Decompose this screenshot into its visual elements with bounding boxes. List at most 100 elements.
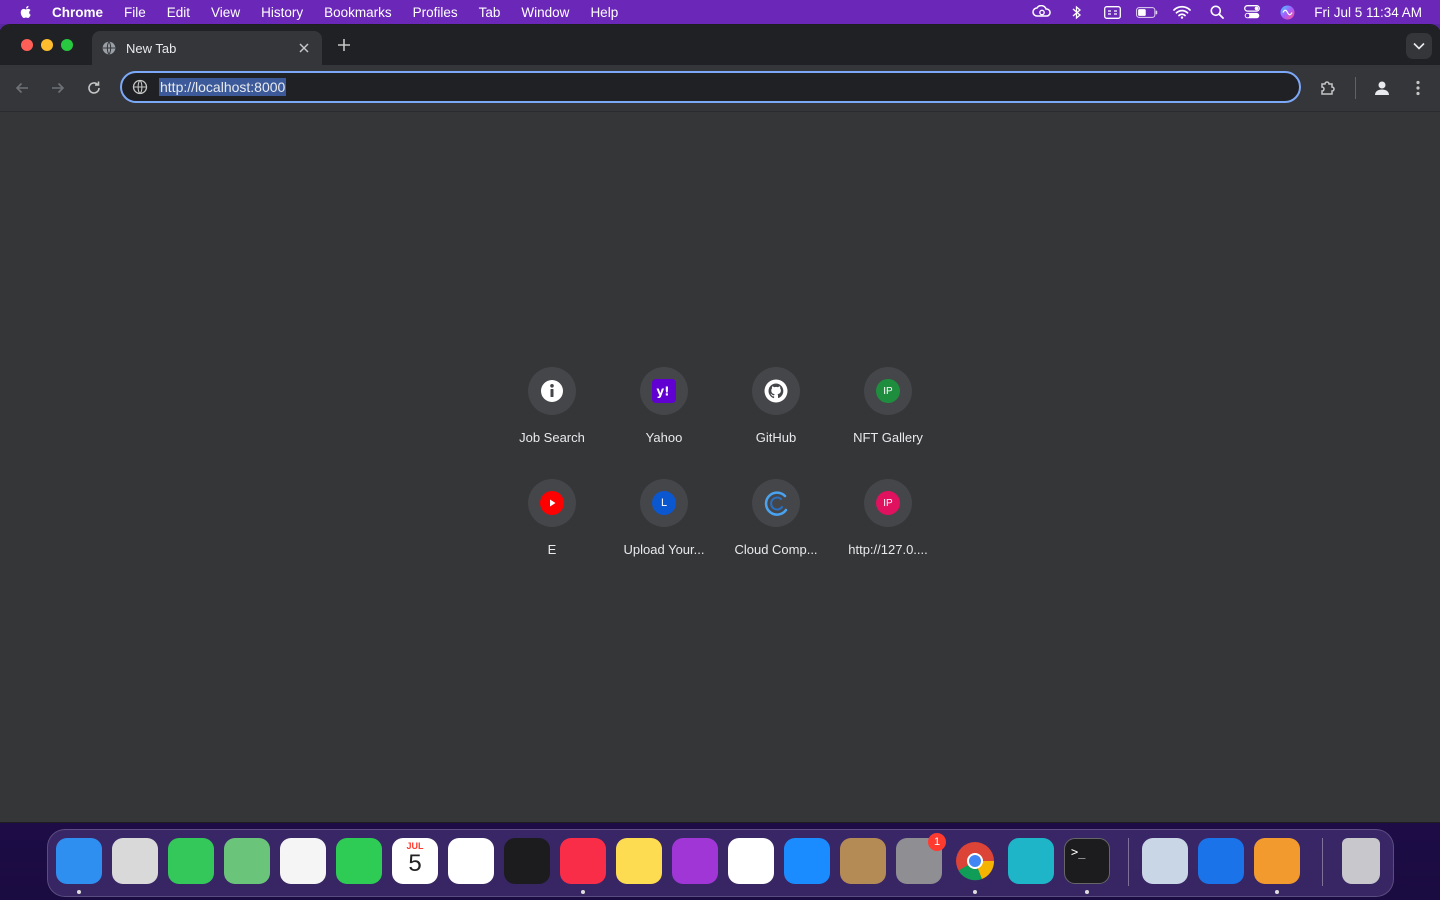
menu-view[interactable]: View [211, 5, 240, 20]
shortcut-github[interactable]: GitHub [720, 367, 832, 467]
news-icon[interactable] [728, 838, 774, 884]
apple-menu-icon[interactable] [18, 4, 34, 20]
shortcut-e[interactable]: E [496, 479, 608, 579]
menu-help[interactable]: Help [590, 5, 618, 20]
shortcut-icon-container: IP [864, 479, 912, 527]
running-indicator [1085, 890, 1089, 894]
finder-icon[interactable] [56, 838, 102, 884]
menu-history[interactable]: History [261, 5, 303, 20]
shortcut-icon-container: L [640, 479, 688, 527]
menu-profiles[interactable]: Profiles [413, 5, 458, 20]
menu-bar-clock[interactable]: Fri Jul 5 11:34 AM [1314, 5, 1422, 20]
launchpad-icon[interactable] [112, 838, 158, 884]
notes-icon[interactable] [616, 838, 662, 884]
cursor-app-icon[interactable] [1008, 838, 1054, 884]
menu-file[interactable]: File [124, 5, 146, 20]
shortcut-local-ip[interactable]: IP http://127.0.... [832, 479, 944, 579]
terminal-icon[interactable]: >_ [1064, 838, 1110, 884]
siri-icon[interactable] [1276, 4, 1298, 20]
extensions-button[interactable] [1318, 78, 1338, 98]
menu-app-name[interactable]: Chrome [52, 5, 103, 20]
dock-separator [1128, 838, 1129, 886]
github-icon [764, 379, 788, 403]
menu-tab[interactable]: Tab [479, 5, 501, 20]
shortcut-job-search[interactable]: Job Search [496, 367, 608, 467]
spotlight-search-icon[interactable] [1206, 4, 1228, 20]
chrome-window: New Tab http://localhost:8000 Job Search… [0, 25, 1440, 822]
shortcut-nft-gallery[interactable]: IP NFT Gallery [832, 367, 944, 467]
back-button[interactable] [12, 78, 32, 98]
running-indicator [581, 890, 585, 894]
trash-icon[interactable] [1342, 838, 1380, 884]
reminders-icon[interactable] [448, 838, 494, 884]
shortcut-cloud-comp[interactable]: Cloud Comp... [720, 479, 832, 579]
creative-cloud-icon[interactable] [1031, 4, 1053, 20]
menu-edit[interactable]: Edit [167, 5, 190, 20]
running-indicator [973, 890, 977, 894]
puzzle-icon [1321, 81, 1335, 95]
close-tab-icon[interactable] [296, 40, 312, 56]
browser-toolbar: http://localhost:8000 [0, 65, 1440, 112]
zoom-window-button[interactable] [61, 39, 73, 51]
app-store-icon[interactable] [784, 838, 830, 884]
shortcut-upload-your[interactable]: L Upload Your... [608, 479, 720, 579]
bluetooth-icon[interactable] [1066, 4, 1088, 20]
minimize-window-button[interactable] [41, 39, 53, 51]
info-icon [541, 380, 563, 402]
dock-separator [1322, 838, 1323, 886]
shortcut-label: Yahoo [645, 430, 683, 445]
yahoo-icon: y! [652, 379, 676, 403]
suite-app-icon[interactable] [1198, 838, 1244, 884]
contacts-icon[interactable] [840, 838, 886, 884]
toolbar-divider [1355, 77, 1356, 99]
apple-tv-icon[interactable] [504, 838, 550, 884]
facetime-icon[interactable] [336, 838, 382, 884]
wifi-icon[interactable] [1171, 4, 1193, 20]
shortcut-label: NFT Gallery [853, 430, 923, 445]
shortcut-icon-container: IP [864, 367, 912, 415]
svg-text:y!: y! [656, 385, 669, 399]
new-tab-button[interactable] [335, 35, 353, 55]
address-bar-url[interactable]: http://localhost:8000 [159, 78, 287, 96]
forward-button[interactable] [48, 78, 68, 98]
calendar-icon[interactable]: JUL 5 [392, 838, 438, 884]
site-info-icon[interactable] [132, 79, 148, 95]
menu-bookmarks[interactable]: Bookmarks [324, 5, 392, 20]
close-window-button[interactable] [21, 39, 33, 51]
menu-window[interactable]: Window [521, 5, 569, 20]
tab-search-button[interactable] [1406, 33, 1432, 59]
profile-button[interactable] [1372, 78, 1392, 98]
sunset-image-icon[interactable] [1254, 838, 1300, 884]
letter-l-icon: L [652, 491, 676, 515]
notification-badge: 1 [928, 833, 946, 851]
plus-icon [338, 39, 350, 51]
photos-icon[interactable] [280, 838, 326, 884]
running-indicator [77, 890, 81, 894]
music-icon[interactable] [560, 838, 606, 884]
shortcut-label: http://127.0.... [848, 542, 928, 557]
preview-icon[interactable] [1142, 838, 1188, 884]
chrome-menu-button[interactable] [1408, 78, 1428, 98]
control-center-icon[interactable] [1241, 4, 1263, 20]
reload-icon [88, 81, 100, 94]
arrow-left-icon [15, 82, 28, 94]
messages-icon[interactable] [168, 838, 214, 884]
shortcut-icon-container [528, 479, 576, 527]
reload-button[interactable] [84, 78, 104, 98]
shortcut-yahoo[interactable]: y! Yahoo [608, 367, 720, 467]
keyboard-input-icon[interactable] [1101, 4, 1123, 20]
new-tab-page: Job Search y! Yahoo GitHub IP NFT Galler… [0, 112, 1440, 822]
maps-icon[interactable] [224, 838, 270, 884]
chrome-icon[interactable] [952, 838, 998, 884]
system-settings-icon[interactable]: 1 [896, 833, 946, 884]
shortcut-icon-container [752, 479, 800, 527]
address-bar[interactable]: http://localhost:8000 [120, 71, 1301, 103]
running-indicator [1275, 890, 1279, 894]
shortcut-label: GitHub [755, 430, 797, 445]
globe-icon [102, 41, 116, 55]
menu-bar: Chrome File Edit View History Bookmarks … [0, 0, 1440, 24]
podcasts-icon[interactable] [672, 838, 718, 884]
tab-new-tab[interactable]: New Tab [92, 31, 322, 65]
tab-strip: New Tab [0, 25, 1440, 65]
battery-icon[interactable] [1136, 4, 1158, 20]
